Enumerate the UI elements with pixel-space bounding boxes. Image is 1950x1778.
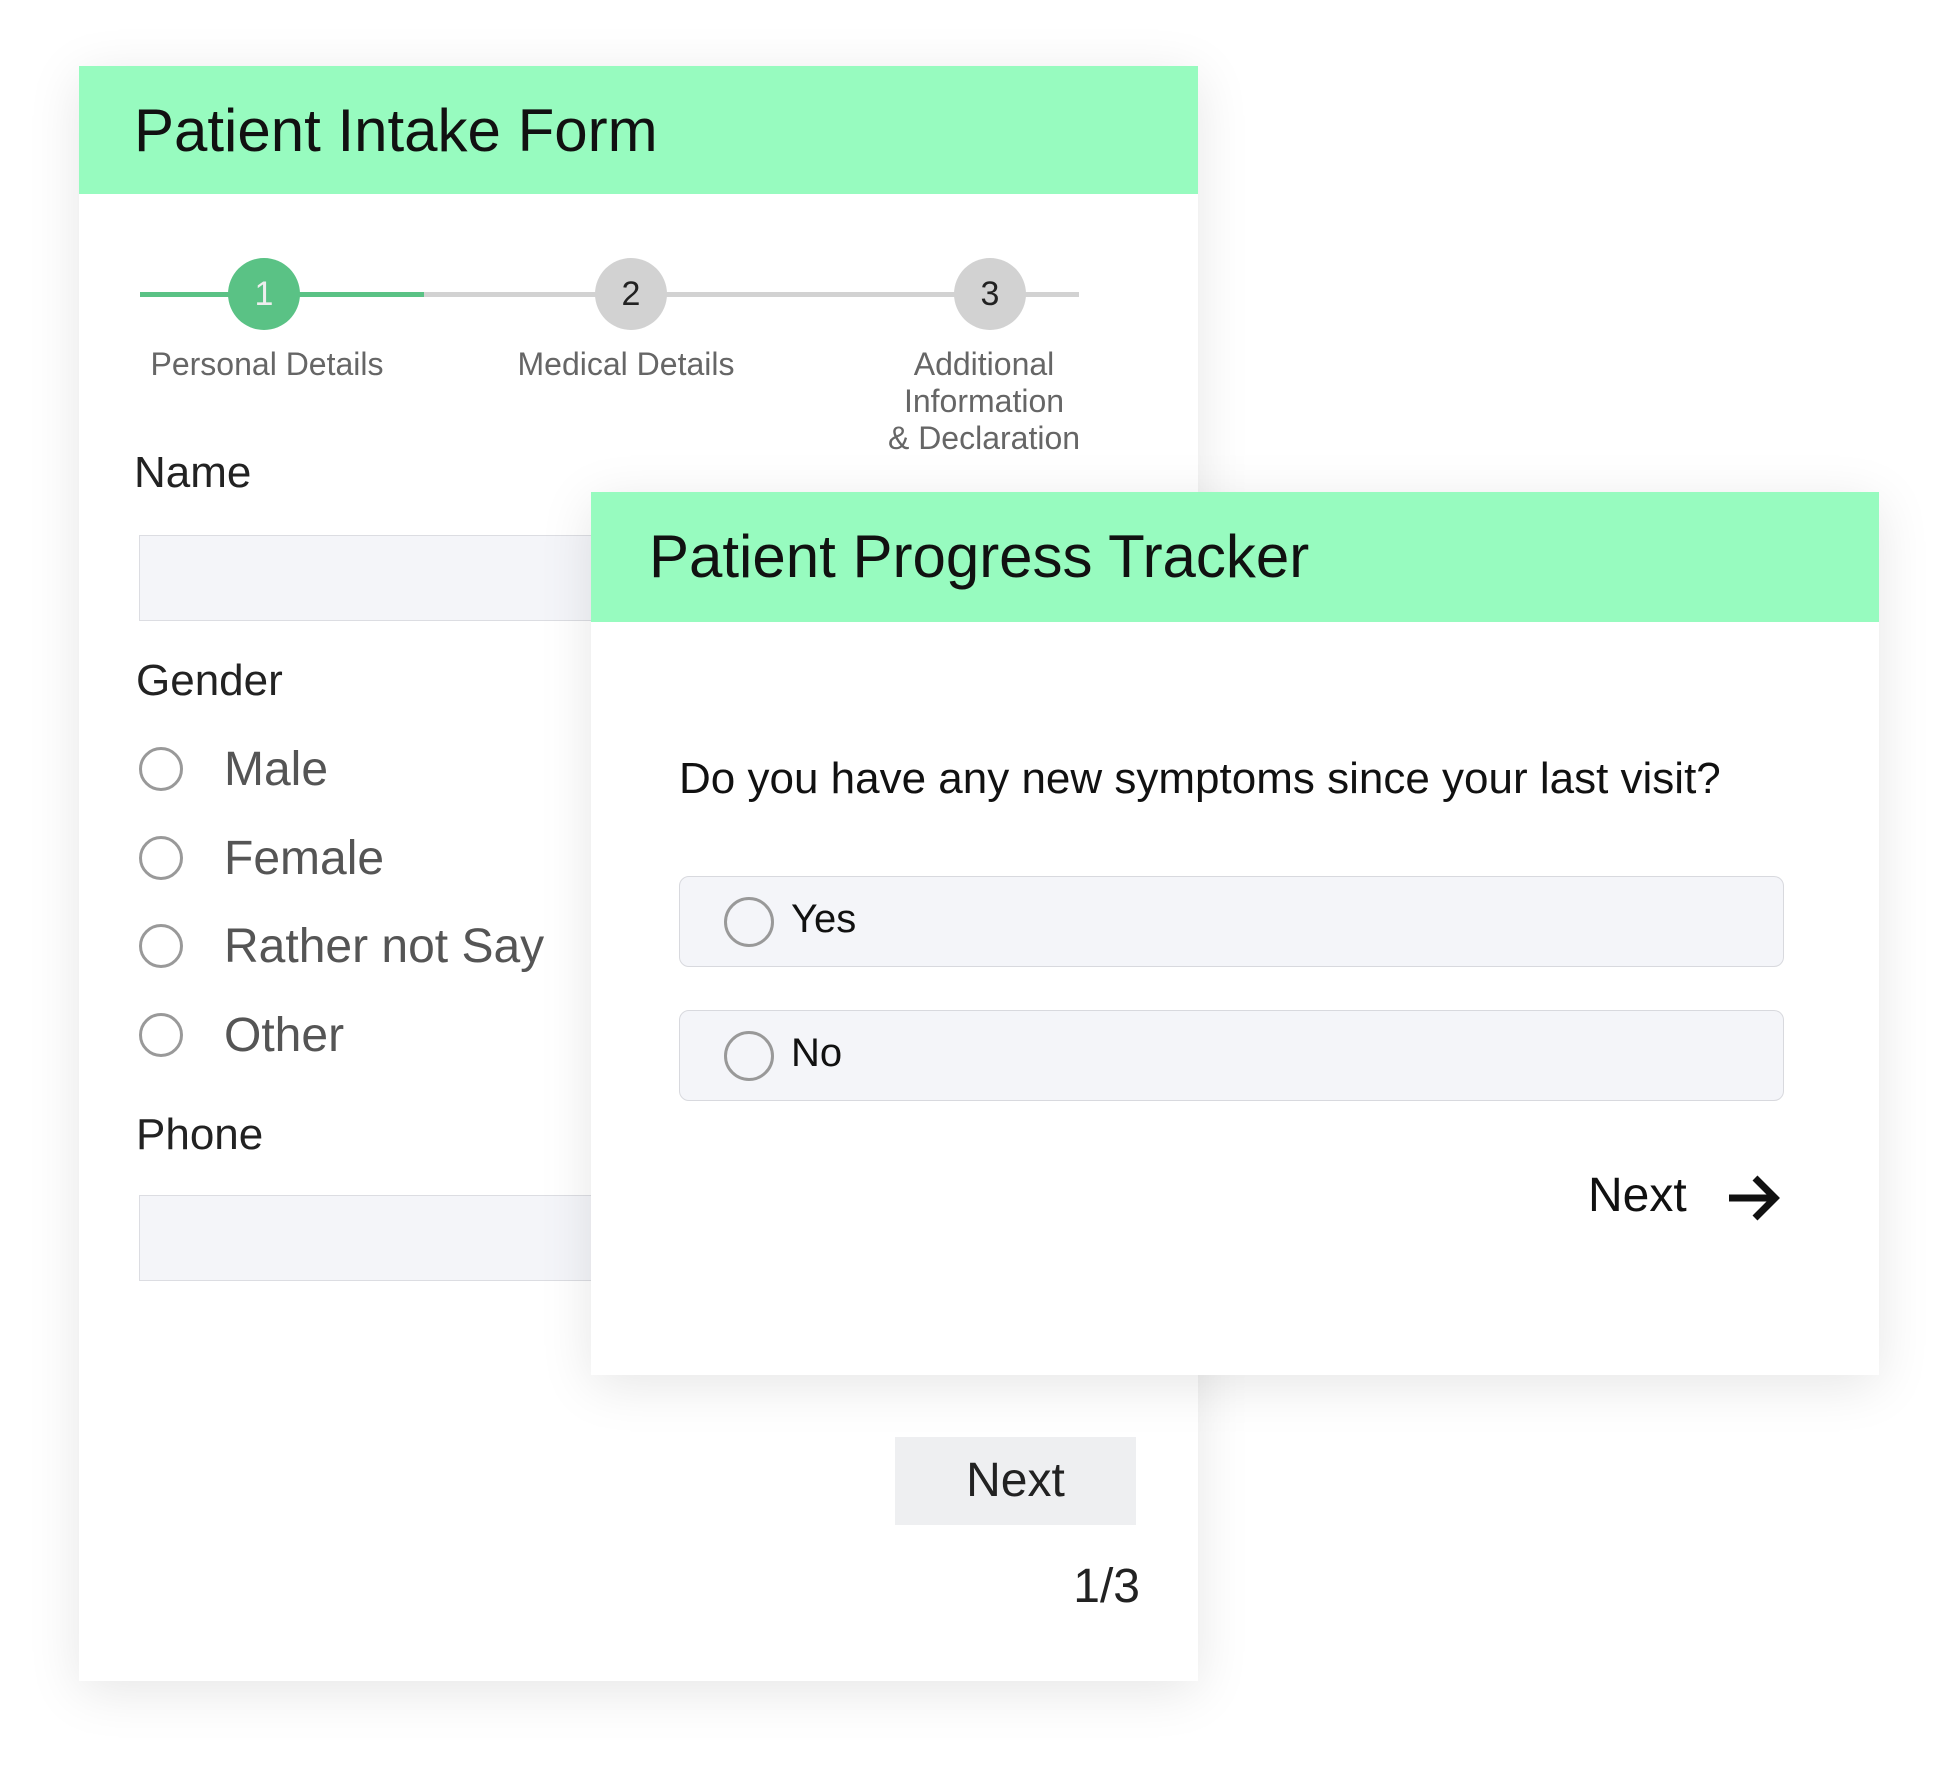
gender-rather-not-say-radio[interactable] — [139, 924, 183, 968]
gender-male-label: Male — [224, 743, 329, 796]
tracker-next-label: Next — [1588, 1169, 1687, 1222]
patient-progress-tracker-card: Patient Progress Tracker Do you have any… — [591, 492, 1879, 1375]
step-3-label-line1: Additional Information — [903, 346, 1065, 419]
no-label: No — [791, 1031, 843, 1075]
tracker-next-button[interactable]: Next — [1588, 1168, 1780, 1228]
gender-female-radio[interactable] — [139, 836, 183, 880]
intake-form-header: Patient Intake Form — [79, 66, 1198, 194]
page-indicator: 1/3 — [1073, 1560, 1140, 1613]
yes-label: Yes — [791, 897, 857, 941]
step-2-indicator[interactable]: 2 — [595, 258, 667, 330]
tracker-title: Patient Progress Tracker — [649, 523, 1310, 590]
gender-label: Gender — [136, 656, 283, 705]
gender-other-radio[interactable] — [139, 1013, 183, 1057]
intake-next-button[interactable]: Next — [895, 1437, 1136, 1525]
arrow-right-icon — [1729, 1175, 1780, 1221]
step-3-label-line2: & Declaration — [887, 420, 1081, 456]
step-2-label: Medical Details — [517, 346, 735, 382]
step-1-indicator[interactable]: 1 — [228, 258, 300, 330]
gender-male-radio[interactable] — [139, 747, 183, 791]
option-yes[interactable]: Yes — [679, 876, 1784, 967]
no-radio[interactable] — [724, 1031, 774, 1081]
gender-female-label: Female — [224, 832, 385, 885]
tracker-header: Patient Progress Tracker — [591, 492, 1879, 622]
phone-label: Phone — [136, 1110, 264, 1159]
intake-form-title: Patient Intake Form — [134, 97, 658, 164]
name-label: Name — [134, 448, 252, 497]
step-1-label: Personal Details — [150, 346, 384, 382]
step-3-indicator[interactable]: 3 — [954, 258, 1026, 330]
gender-other-label: Other — [224, 1009, 345, 1062]
step-3-label: Additional Information & Declaration — [877, 346, 1091, 457]
yes-radio[interactable] — [724, 897, 774, 947]
gender-rather-not-say-label: Rather not Say — [224, 920, 545, 973]
symptoms-question: Do you have any new symptoms since your … — [679, 754, 1721, 803]
option-no[interactable]: No — [679, 1010, 1784, 1101]
